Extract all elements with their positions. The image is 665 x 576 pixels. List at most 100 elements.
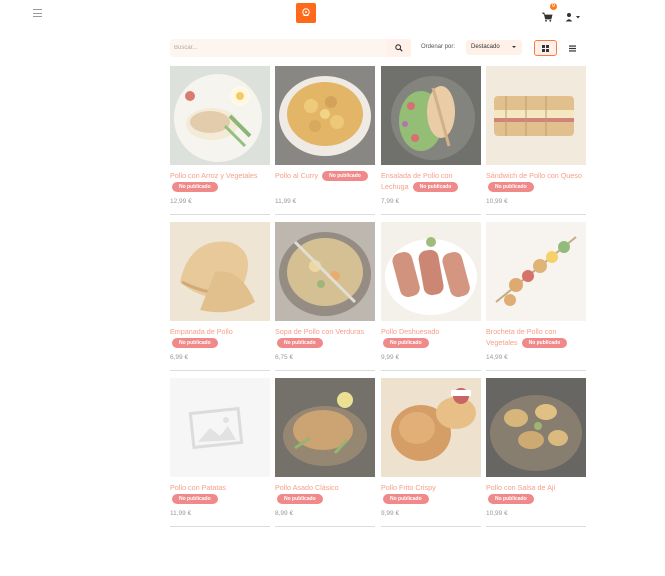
product-image[interactable] <box>486 378 586 477</box>
status-badge: No publicado <box>172 494 218 505</box>
product-price: 10,99 € <box>486 510 508 517</box>
product-card[interactable]: Pollo con Arroz y Vegetales No publicado… <box>170 66 270 216</box>
status-badge: No publicado <box>488 494 534 505</box>
search-box <box>170 39 411 57</box>
divider <box>381 526 481 527</box>
product-price: 11,99 € <box>275 198 297 205</box>
divider <box>170 214 270 215</box>
divider <box>486 526 586 527</box>
product-card[interactable]: Empanada de Pollo No publicado 6,99 € <box>170 222 270 372</box>
status-badge: No publicado <box>277 494 323 505</box>
product-title-text[interactable]: Pollo Deshuesado <box>381 327 439 336</box>
product-card[interactable]: Pollo con Salsa de Ají No publicado 10,99… <box>486 378 586 528</box>
chef-hat-icon[interactable] <box>296 3 316 23</box>
divider <box>170 526 270 527</box>
image-placeholder-icon[interactable] <box>170 378 270 477</box>
product-card[interactable]: Pollo con Patatas No publicado 11,99 € <box>170 378 270 528</box>
product-image[interactable] <box>486 222 586 321</box>
top-bar: 0 <box>0 0 665 28</box>
product-image[interactable] <box>381 66 481 165</box>
product-title[interactable]: Ensalada de Pollo con Lechuga No publica… <box>381 170 481 193</box>
product-card[interactable]: Brocheta de Pollo con Vegetales No publi… <box>486 222 586 372</box>
grid-view-button[interactable] <box>534 40 557 56</box>
status-badge: No publicado <box>322 171 368 182</box>
product-image[interactable] <box>486 66 586 165</box>
product-price: 6,75 € <box>275 354 294 361</box>
status-badge: No publicado <box>521 338 568 349</box>
product-card[interactable]: Pollo Asado Clásico No publicado 8,99 € <box>275 378 375 528</box>
product-card[interactable]: Pollo al Curry No publicado 11,99 € <box>275 66 375 216</box>
product-card[interactable]: Pollo Deshuesado No publicado 9,99 € <box>381 222 481 372</box>
chevron-down-icon <box>512 46 516 48</box>
search-icon <box>395 44 403 52</box>
product-price: 7,99 € <box>381 198 400 205</box>
product-title[interactable]: Pollo Deshuesado No publicado <box>381 326 481 349</box>
status-badge: No publicado <box>488 182 534 193</box>
product-title-text[interactable]: Sopa de Pollo con Verduras <box>275 327 364 336</box>
product-price: 9,99 € <box>381 510 400 517</box>
product-title[interactable]: Brocheta de Pollo con Vegetales No publi… <box>486 326 586 349</box>
product-title[interactable]: Sopa de Pollo con Verduras No publicado <box>275 326 375 349</box>
product-image[interactable] <box>381 378 481 477</box>
grid-view-icon <box>542 44 549 52</box>
cart-count-badge: 0 <box>550 3 557 10</box>
product-price: 10,99 € <box>486 198 508 205</box>
product-title[interactable]: Pollo Frito Crispy No publicado <box>381 482 481 505</box>
product-title[interactable]: Empanada de Pollo No publicado <box>170 326 270 349</box>
product-title-text[interactable]: Pollo con Salsa de Ají <box>486 483 556 492</box>
divider <box>381 214 481 215</box>
product-title-text[interactable]: Pollo con Patatas <box>170 483 226 492</box>
product-title-text[interactable]: Pollo al Curry <box>275 171 318 180</box>
search-button[interactable] <box>387 39 411 57</box>
product-title[interactable]: Pollo con Arroz y Vegetales No publicado <box>170 170 270 193</box>
divider <box>486 370 586 371</box>
product-card[interactable]: Sopa de Pollo con Verduras No publicado 6… <box>275 222 375 372</box>
status-badge: No publicado <box>172 182 218 193</box>
divider <box>275 214 375 215</box>
divider <box>275 370 375 371</box>
status-badge: No publicado <box>383 494 429 505</box>
divider <box>170 370 270 371</box>
product-title-text[interactable]: Empanada de Pollo <box>170 327 233 336</box>
search-input[interactable] <box>174 39 384 57</box>
status-badge: No publicado <box>383 338 429 349</box>
product-card[interactable]: Pollo Frito Crispy No publicado 9,99 € <box>381 378 481 528</box>
product-card[interactable]: Sándwich de Pollo con Queso No publicado… <box>486 66 586 216</box>
user-menu[interactable] <box>565 9 581 22</box>
user-icon <box>565 13 580 22</box>
divider <box>381 370 481 371</box>
product-image[interactable] <box>170 66 270 165</box>
product-image[interactable] <box>275 378 375 477</box>
sort-dropdown[interactable]: Destacado <box>466 40 522 55</box>
product-card[interactable]: Ensalada de Pollo con Lechuga No publica… <box>381 66 481 216</box>
product-price: 8,99 € <box>275 510 294 517</box>
product-title-text[interactable]: Pollo con Arroz y Vegetales <box>170 171 258 180</box>
product-title[interactable]: Pollo con Patatas No publicado <box>170 482 270 505</box>
product-image[interactable] <box>275 66 375 165</box>
sort-label: Ordenar por: <box>421 44 456 50</box>
list-view-button[interactable] <box>562 40 582 56</box>
product-image[interactable] <box>170 222 270 321</box>
hamburger-icon[interactable] <box>33 9 42 17</box>
status-badge: No publicado <box>412 182 459 193</box>
product-image[interactable] <box>381 222 481 321</box>
product-title-text[interactable]: Sándwich de Pollo con Queso <box>486 171 582 180</box>
product-price: 12,99 € <box>170 198 192 205</box>
product-price: 9,99 € <box>381 354 400 361</box>
product-price: 11,99 € <box>170 510 192 517</box>
product-title[interactable]: Pollo con Salsa de Ají No publicado <box>486 482 586 505</box>
list-view-icon <box>568 44 576 52</box>
divider <box>486 214 586 215</box>
product-title[interactable]: Sándwich de Pollo con Queso No publicado <box>486 170 586 193</box>
product-title-text[interactable]: Pollo Asado Clásico <box>275 483 339 492</box>
sort-value: Destacado <box>471 44 500 50</box>
product-price: 6,99 € <box>170 354 189 361</box>
product-title[interactable]: Pollo Asado Clásico No publicado <box>275 482 375 505</box>
product-title-text[interactable]: Pollo Frito Crispy <box>381 483 436 492</box>
product-title[interactable]: Pollo al Curry No publicado <box>275 170 375 182</box>
status-badge: No publicado <box>277 338 323 349</box>
product-price: 14,99 € <box>486 354 508 361</box>
product-image[interactable] <box>275 222 375 321</box>
status-badge: No publicado <box>172 338 218 349</box>
cart-icon[interactable] <box>541 9 553 22</box>
